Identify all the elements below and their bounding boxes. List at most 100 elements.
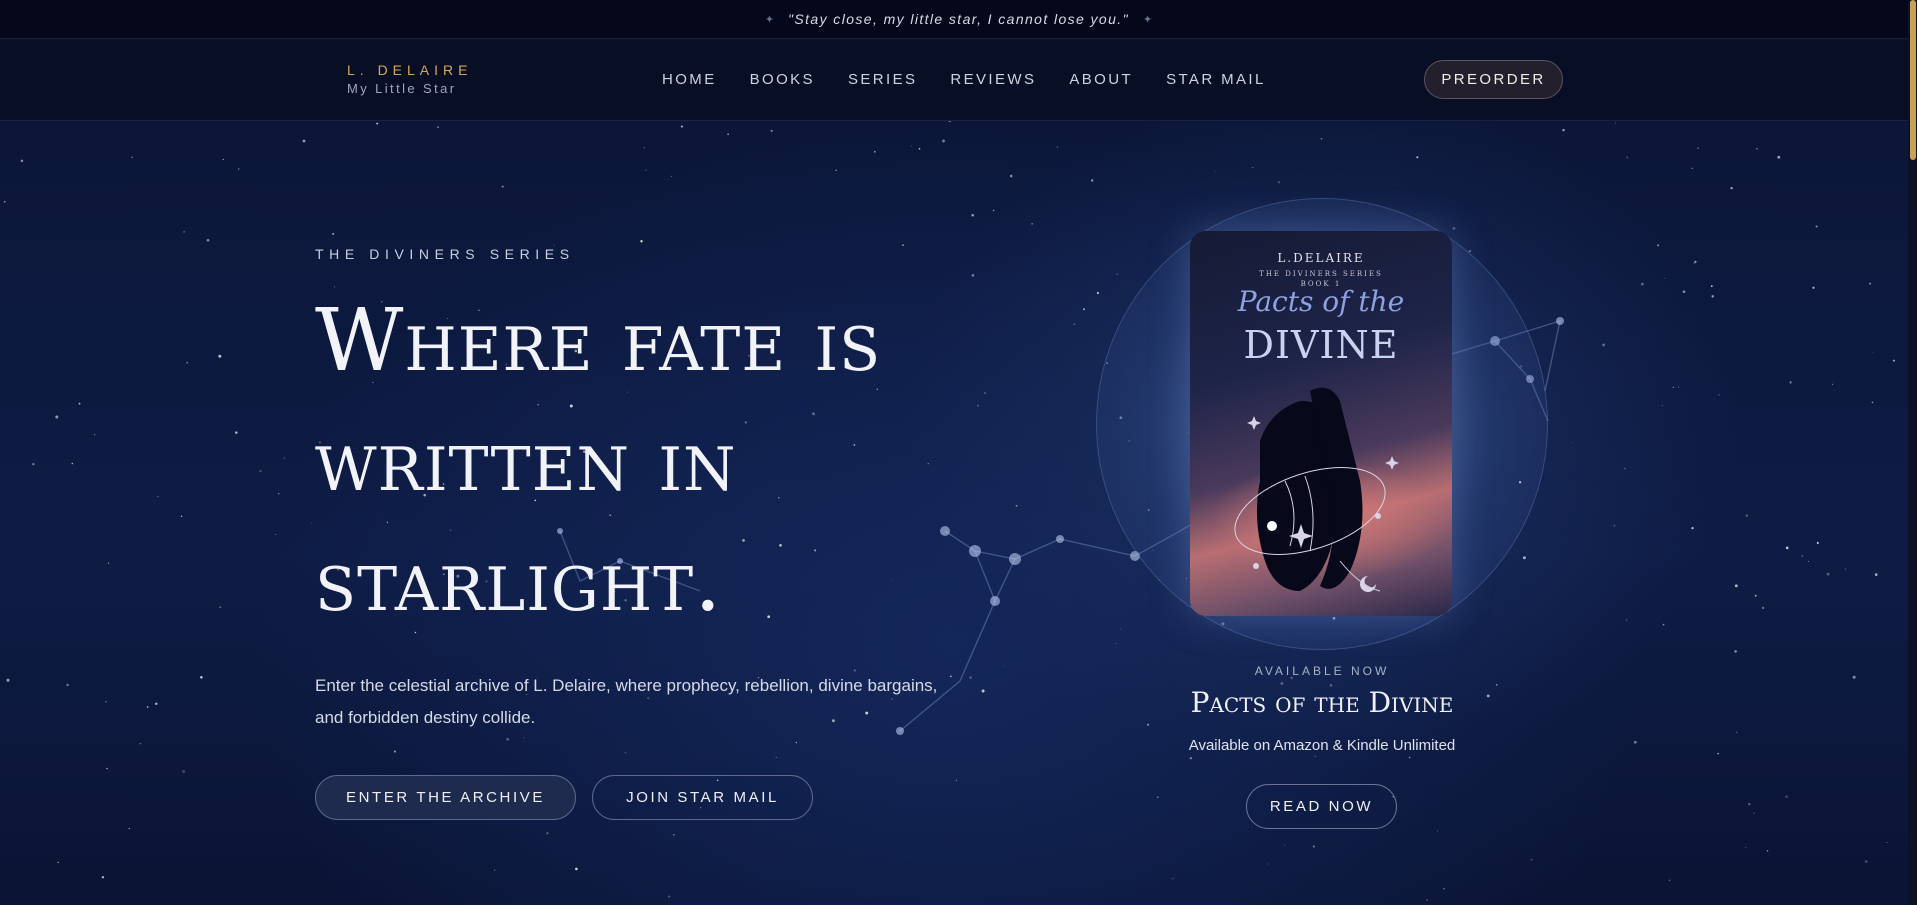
star <box>237 168 240 170</box>
star <box>971 274 975 277</box>
star <box>131 156 133 159</box>
star <box>948 121 951 123</box>
star <box>1807 560 1810 563</box>
star <box>277 492 280 495</box>
star <box>1874 573 1878 576</box>
star <box>1562 128 1565 132</box>
star <box>222 158 224 161</box>
star <box>1710 285 1713 288</box>
star <box>139 742 142 745</box>
preorder-button[interactable]: PREORDER <box>1424 60 1563 99</box>
star <box>302 139 306 143</box>
site-logo[interactable]: L. DELAIRE My Little Star <box>347 62 472 96</box>
availability-label: AVAILABLE NOW <box>1254 664 1390 678</box>
nav-books[interactable]: BOOKS <box>750 71 815 88</box>
star <box>971 213 974 217</box>
star <box>78 402 81 405</box>
star <box>1082 308 1086 311</box>
star <box>640 240 643 243</box>
star <box>1657 244 1660 247</box>
star <box>1426 899 1429 901</box>
hero-headline: Where fate is written in starlight. <box>315 291 882 631</box>
star <box>3 200 6 203</box>
star <box>1452 227 1456 230</box>
star <box>1172 878 1174 880</box>
star <box>1668 879 1671 882</box>
star <box>1766 850 1769 852</box>
featured-book-title: Pacts of the Divine <box>1190 686 1454 719</box>
star <box>1408 756 1411 759</box>
read-now-button[interactable]: READ NOW <box>1246 784 1397 829</box>
star <box>981 689 985 693</box>
cover-series-name: THE DIVINERS SERIES <box>1259 270 1383 278</box>
star <box>1252 167 1254 169</box>
star <box>1633 740 1637 744</box>
availability-note: Available on Amazon & Kindle Unlimited <box>1188 737 1456 754</box>
nav-about[interactable]: ABOUT <box>1069 71 1133 88</box>
star <box>20 159 24 163</box>
star <box>494 869 496 871</box>
star <box>1120 628 1121 630</box>
star <box>101 876 105 879</box>
star <box>1443 887 1445 890</box>
star <box>1864 860 1868 863</box>
star <box>835 169 837 172</box>
star <box>1831 383 1834 385</box>
star <box>106 767 108 770</box>
star <box>1812 286 1815 289</box>
nav-reviews[interactable]: REVIEWS <box>950 71 1036 88</box>
star <box>1662 623 1665 626</box>
star <box>1748 803 1751 806</box>
star <box>955 779 958 782</box>
star <box>1522 556 1526 560</box>
star <box>1789 381 1792 384</box>
star <box>1826 572 1830 576</box>
site-header: L. DELAIRE My Little Star HOME BOOKS SER… <box>0 40 1917 121</box>
star <box>575 867 578 871</box>
star <box>1570 442 1572 444</box>
announcement-bar: ✦ "Stay close, my little star, I cannot … <box>0 0 1917 39</box>
star <box>1734 650 1737 653</box>
star <box>643 146 646 149</box>
hero-eyebrow: THE DIVINERS SERIES <box>315 246 575 262</box>
star <box>1661 404 1663 406</box>
star <box>155 702 158 705</box>
star <box>668 895 671 898</box>
enter-archive-button[interactable]: ENTER THE ARCHIVE <box>315 775 576 820</box>
star <box>680 125 683 128</box>
star <box>186 361 189 364</box>
star <box>1115 642 1117 644</box>
star <box>1872 351 1874 353</box>
star <box>182 770 186 773</box>
star <box>1157 796 1159 798</box>
star <box>1886 842 1888 844</box>
book-cover[interactable]: L.DELAIRE THE DIVINERS SERIES BOOK 1 Pac… <box>1190 231 1452 616</box>
star <box>57 861 59 864</box>
star <box>523 737 525 739</box>
nav-series[interactable]: SERIES <box>848 71 917 88</box>
nav-star-mail[interactable]: STAR MAIL <box>1166 71 1266 88</box>
star <box>183 230 186 233</box>
star <box>1091 179 1094 182</box>
star <box>910 145 913 147</box>
star <box>1116 273 1118 275</box>
star <box>1003 665 1005 667</box>
star <box>1677 386 1680 388</box>
star <box>1267 863 1268 865</box>
star <box>770 129 773 132</box>
star <box>1717 752 1719 755</box>
star <box>645 169 647 171</box>
join-star-mail-button[interactable]: JOIN STAR MAIL <box>592 775 813 820</box>
star <box>180 515 183 517</box>
star <box>71 462 74 465</box>
star <box>1745 847 1747 848</box>
nav-home[interactable]: HOME <box>662 71 717 88</box>
star <box>1312 845 1315 848</box>
star <box>1892 359 1895 362</box>
scrollbar-thumb[interactable] <box>1910 0 1916 160</box>
star <box>55 415 59 419</box>
star <box>219 606 222 609</box>
star <box>1754 594 1757 597</box>
main-nav: HOME BOOKS SERIES REVIEWS ABOUT STAR MAI… <box>662 71 1266 88</box>
star <box>775 756 777 759</box>
